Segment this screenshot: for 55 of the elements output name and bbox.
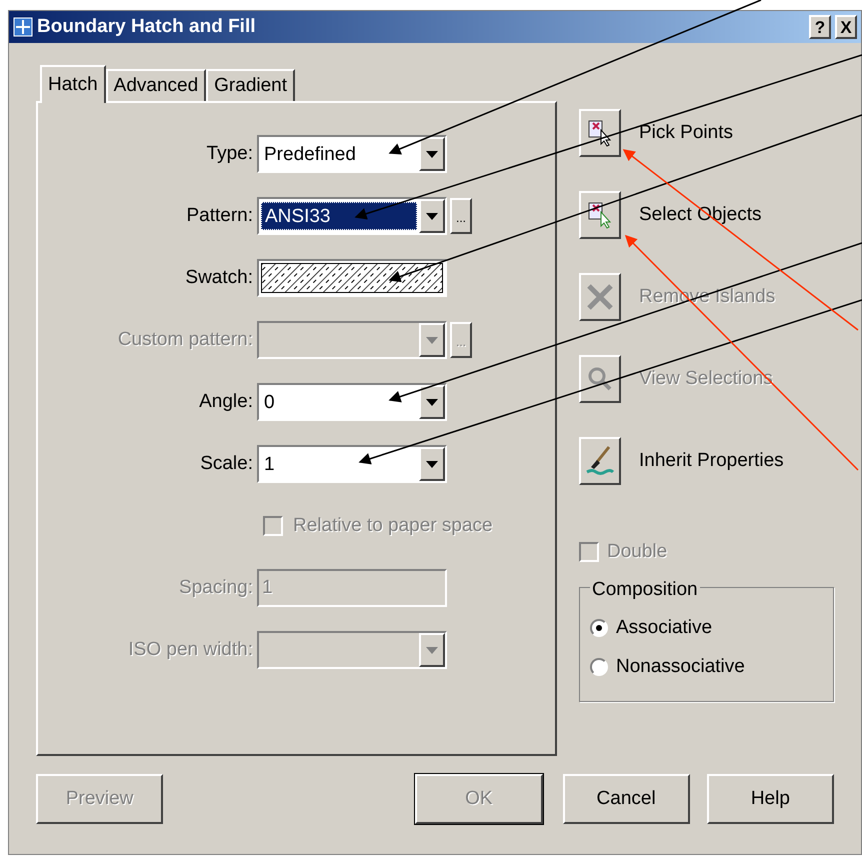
action-button[interactable] [579,437,621,485]
dropdown[interactable]: ANSI33 [257,197,447,235]
dialog-button[interactable]: Help [706,774,834,824]
cursor-on-square-icon [586,118,614,148]
dropdown[interactable]: 1 [257,445,447,483]
browse-button[interactable]: ... [450,198,472,234]
cursor-on-square-icon [586,200,614,230]
dropdown-value: ANSI33 [261,202,417,230]
caret-icon [426,150,438,158]
checkbox-label: Double [607,540,668,564]
radio-label: Associative [616,616,712,640]
field-label: Pattern: [185,204,254,228]
action-label: Inherit Properties [639,448,784,473]
dropdown-arrow-button[interactable] [419,385,445,419]
caret-icon [426,646,438,654]
action-button[interactable] [579,191,621,239]
hatch-app-icon [13,17,33,37]
caret-icon [426,336,438,344]
caret-icon [426,398,438,406]
field-label: Spacing: [178,576,254,600]
radio-button[interactable] [590,619,608,638]
dropdown-value: 0 [263,390,276,414]
field-label: ISO pen width: [127,638,254,662]
window-title: Boundary Hatch and Fill [37,14,257,39]
dropdown-arrow-button[interactable] [419,447,445,481]
title-bar-button[interactable]: X [835,15,857,39]
dropdown[interactable]: 0 [257,383,447,421]
hatch-swatch[interactable] [257,259,447,297]
action-label: Pick Points [639,120,733,145]
radio-button[interactable] [590,658,608,676]
dialog-button[interactable]: Cancel [562,774,690,824]
field-label: Custom pattern: [116,328,254,352]
caret-icon [426,212,438,220]
tab[interactable]: Hatch [40,65,106,103]
action-button[interactable] [579,109,621,157]
x-icon [586,283,614,311]
magnifier-icon [587,366,613,392]
title-bar-button[interactable]: ? [809,15,831,39]
field-label: Angle: [198,390,254,414]
dropdown-value: 1 [263,452,276,476]
field-label: Type: [206,142,254,166]
dropdown[interactable]: Predefined [257,135,447,173]
dropdown-value: Predefined [263,142,357,166]
paintbrush-icon [585,445,615,477]
action-button[interactable] [579,355,621,403]
field-label: Scale: [199,452,254,476]
radio-label: Nonassociative [616,654,745,678]
dropdown-arrow-button[interactable] [419,199,445,233]
action-button[interactable] [579,273,621,321]
tab[interactable]: Gradient [206,69,296,101]
dropdown-arrow-button[interactable] [419,137,445,171]
caret-icon [426,460,438,468]
field-label: Swatch: [184,266,254,290]
tab[interactable]: Advanced [106,69,206,101]
checkbox-label: Relative to paper space [293,514,493,538]
